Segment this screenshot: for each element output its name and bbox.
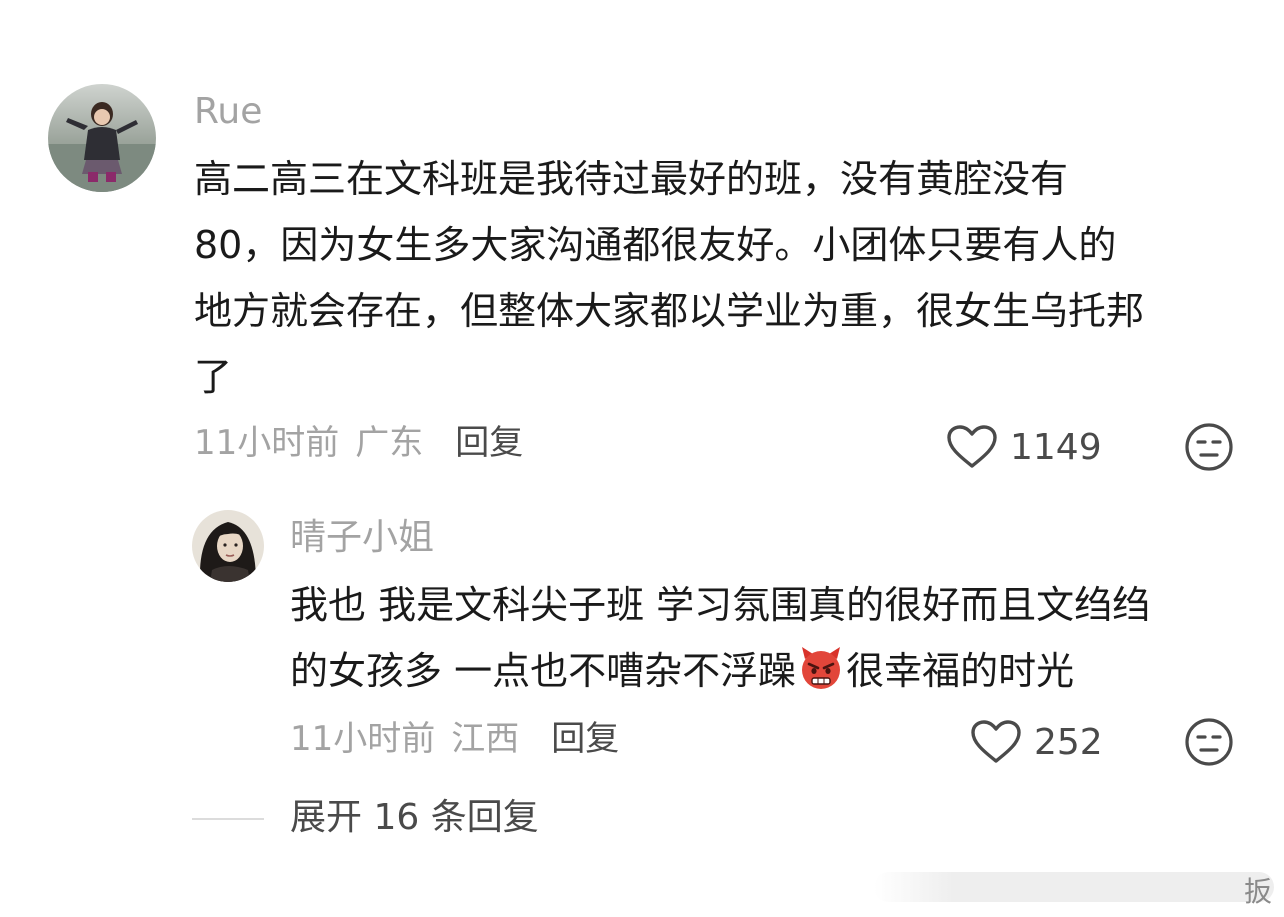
reply-text-line: 我也 我是文科尖子班 学习氛围真的很好而且文绉绉 bbox=[290, 583, 1151, 627]
reply-username[interactable]: 晴子小姐 bbox=[290, 520, 434, 556]
reply-text-segment: 很幸福的时光 bbox=[846, 649, 1075, 693]
reply-location: 江西 bbox=[451, 719, 520, 759]
reply-reply-button[interactable]: 回复 bbox=[551, 722, 619, 756]
meh-face-icon bbox=[1185, 718, 1233, 766]
comment-text-line: 高二高三在文科班是我待过最好的班，没有黄腔没有 bbox=[194, 157, 1069, 201]
reply-like-count: 252 bbox=[1034, 721, 1103, 763]
child-photo-avatar bbox=[48, 84, 156, 192]
comment-text-line: 了 bbox=[194, 355, 233, 399]
angry-devil-emoji bbox=[802, 647, 841, 689]
expand-divider bbox=[192, 818, 264, 820]
reply-time: 11小时前 bbox=[290, 719, 436, 759]
comment-time: 11小时前 bbox=[194, 423, 340, 463]
comment-location: 广东 bbox=[355, 423, 424, 463]
heart-icon bbox=[947, 425, 997, 468]
comment-text-line: 地方就会存在，但整体大家都以学业为重，很女生乌托邦 bbox=[194, 289, 1145, 333]
comment-meta: 11小时前 广东 回复 bbox=[194, 426, 523, 460]
avatar-rue[interactable] bbox=[48, 84, 156, 192]
meh-face-icon bbox=[1185, 423, 1233, 471]
comment-text: 高二高三在文科班是我待过最好的班，没有黄腔没有 80，因为女生多大家沟通都很友好… bbox=[194, 146, 1144, 410]
heart-icon bbox=[971, 720, 1021, 763]
reply-text: 我也 我是文科尖子班 学习氛围真的很好而且文绉绉 的女孩多 一点也不嘈杂不浮躁 … bbox=[290, 572, 1150, 704]
avatar-qingzi[interactable] bbox=[192, 510, 264, 582]
reply-text-segment: 的女孩多 一点也不嘈杂不浮躁 bbox=[290, 649, 797, 693]
reply-button[interactable]: 回复 bbox=[455, 426, 523, 460]
reply-like-button[interactable]: 252 bbox=[970, 717, 1103, 767]
dislike-button[interactable] bbox=[1184, 422, 1234, 472]
like-button[interactable]: 1149 bbox=[946, 422, 1102, 472]
comment-text-line: 80，因为女生多大家沟通都很友好。小团体只要有人的 bbox=[194, 223, 1117, 267]
reply-meta: 11小时前 江西 回复 bbox=[290, 722, 619, 756]
comment-username[interactable]: Rue bbox=[194, 94, 262, 130]
reply-text-line: 的女孩多 一点也不嘈杂不浮躁 很幸福的时光 bbox=[290, 638, 1150, 704]
like-count: 1149 bbox=[1010, 426, 1102, 468]
reply-dislike-button[interactable] bbox=[1184, 717, 1234, 767]
watermark-text: 扳 bbox=[1244, 875, 1273, 908]
expand-replies-button[interactable]: 展开 16 条回复 bbox=[290, 800, 539, 836]
woman-photo-avatar bbox=[192, 510, 264, 582]
watermark-bar bbox=[874, 872, 1274, 902]
